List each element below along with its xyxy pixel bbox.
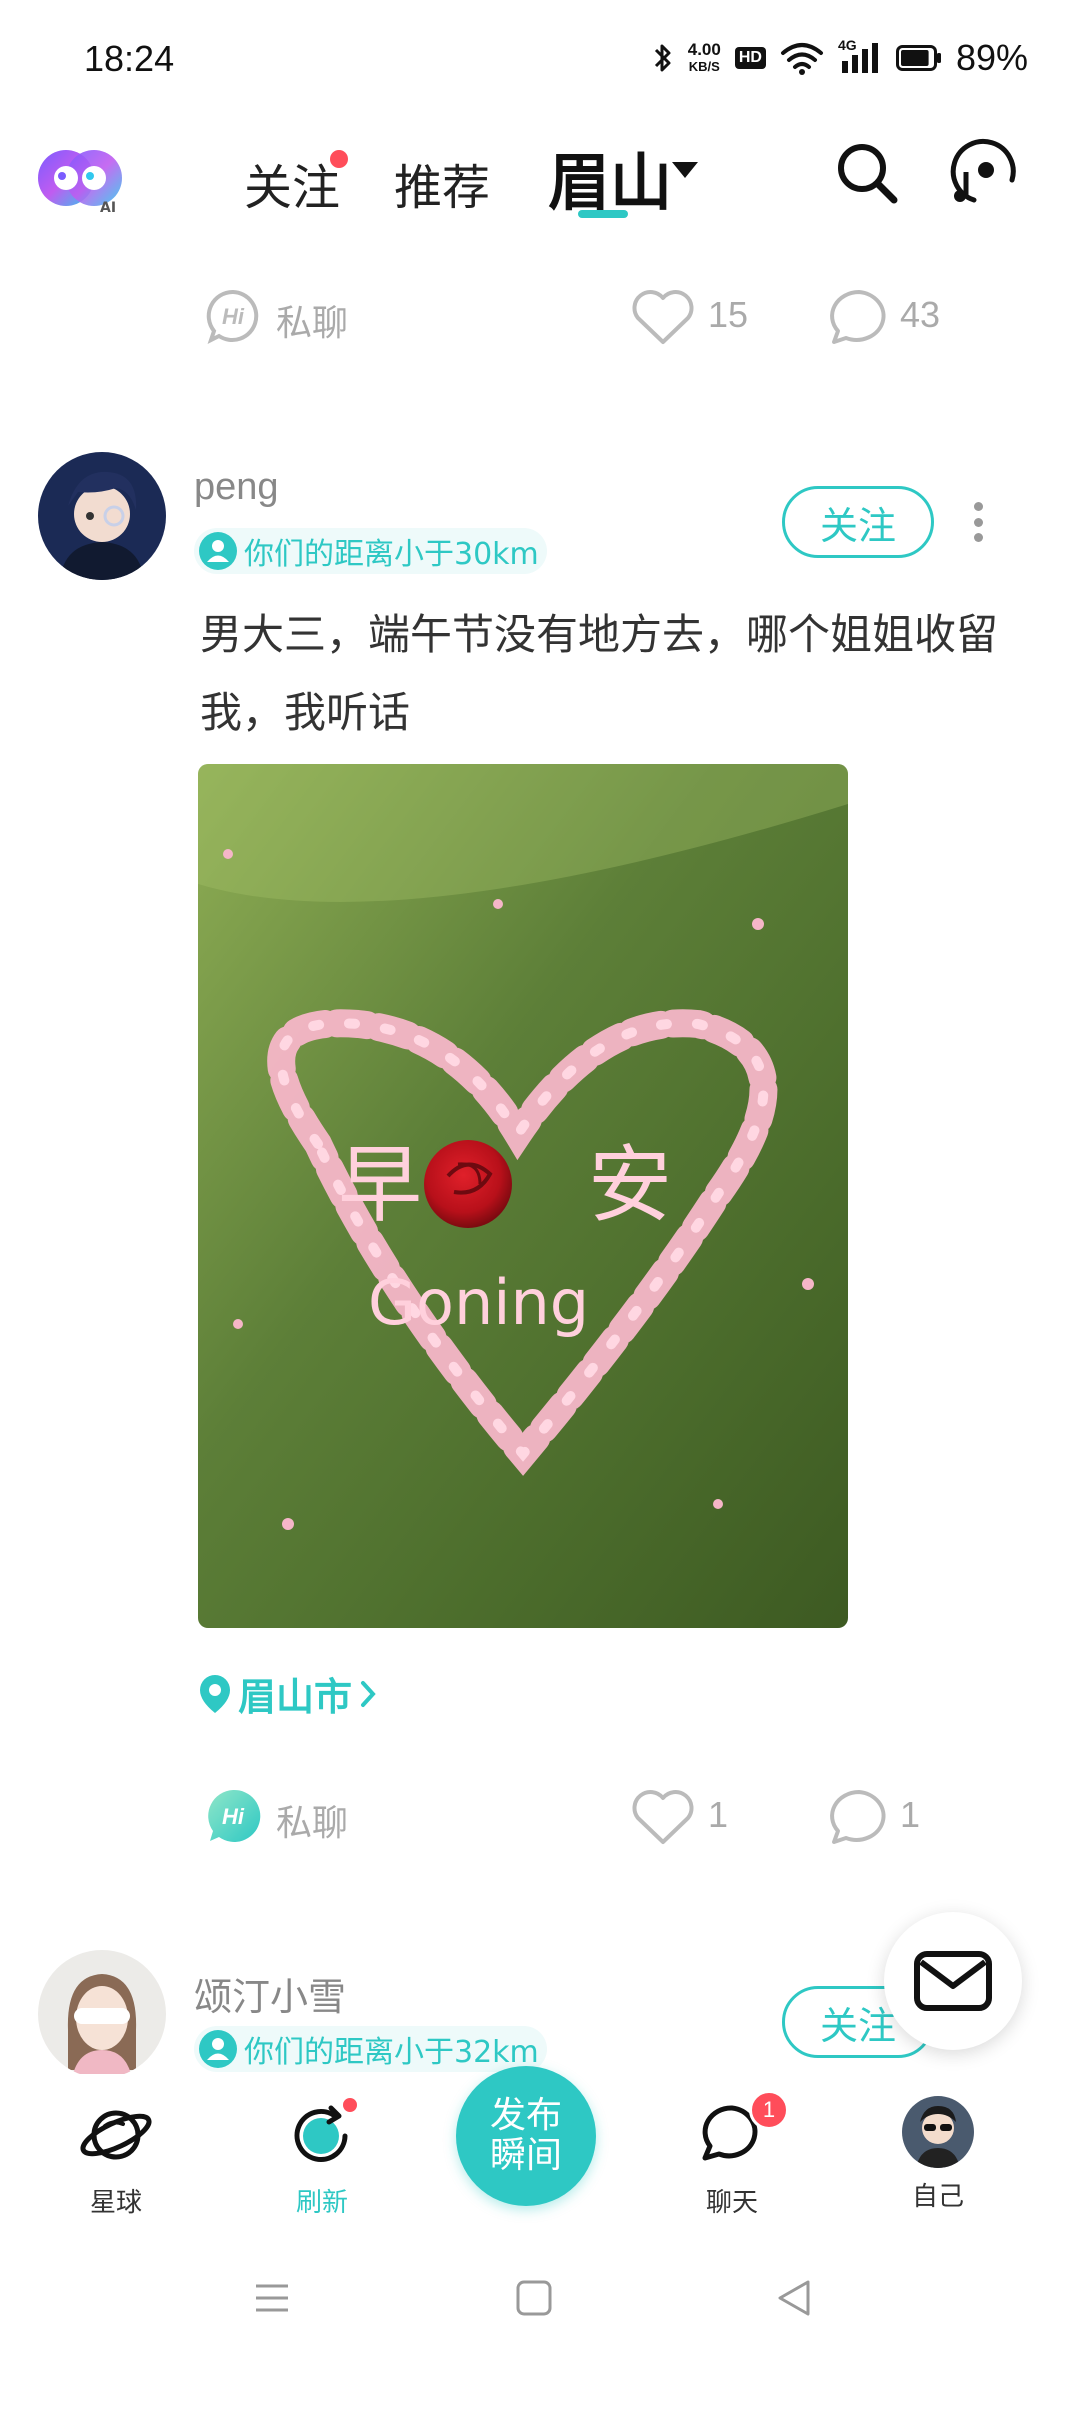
wifi-icon — [780, 43, 823, 75]
logo-ai-label: AI — [100, 200, 117, 216]
caret-down-icon[interactable] — [672, 162, 698, 178]
battery-icon — [895, 45, 941, 71]
nav-label-chat: 聊天 — [705, 2188, 758, 2218]
location-pin-icon — [200, 1674, 230, 1713]
person-icon — [199, 2030, 237, 2068]
system-nav-bar — [0, 2234, 1080, 2412]
tab-city[interactable]: 眉山 — [548, 132, 672, 222]
hi-chat-icon[interactable]: Hi — [203, 1786, 263, 1846]
back-icon[interactable] — [774, 2276, 814, 2320]
tab-follow[interactable]: 关注 — [244, 148, 340, 218]
status-icons: 4.00 KB/S HD 4G 89% — [652, 34, 1028, 82]
person-icon — [199, 532, 237, 570]
comment-count: 1 — [900, 1794, 921, 1835]
location-label[interactable]: 眉山市 — [238, 1666, 352, 1721]
music-note-icon[interactable] — [944, 136, 1020, 212]
mail-icon — [914, 1951, 992, 2011]
private-chat-label[interactable]: 私聊 — [276, 294, 348, 346]
unread-badge: 1 — [749, 2090, 789, 2130]
next-user-avatar[interactable] — [38, 1950, 166, 2078]
follow-button[interactable]: 关注 — [782, 486, 934, 558]
distance-badge: 你们的距离小于30km — [194, 528, 547, 574]
cellular-signal-icon: 4G — [838, 37, 882, 75]
image-text-right: 安 — [588, 1136, 672, 1234]
refresh-icon — [283, 2096, 361, 2174]
like-count: 15 — [708, 294, 749, 335]
status-time: 18:24 — [84, 38, 175, 79]
chat-bubble-icon: 1 — [693, 2090, 789, 2174]
comment-icon[interactable] — [828, 288, 890, 346]
hd-badge: HD — [734, 47, 766, 69]
publish-moment-button[interactable]: 发布 瞬间 — [456, 2066, 596, 2206]
distance-text: 你们的距离小于30km — [244, 537, 539, 572]
private-chat-label[interactable]: 私聊 — [276, 1794, 348, 1846]
next-post-username[interactable]: 颂汀小雪 — [194, 1966, 346, 2021]
bluetooth-icon — [654, 44, 671, 72]
more-options-icon[interactable] — [972, 502, 984, 542]
publish-label-line2: 瞬间 — [489, 2135, 562, 2176]
menu-icon[interactable] — [252, 2278, 292, 2318]
svg-text:Hi: Hi — [222, 304, 245, 329]
tab-recommend[interactable]: 推荐 — [394, 148, 490, 218]
network-speed: 4.00 KB/S — [687, 40, 721, 74]
next-distance-badge: 你们的距离小于32km — [194, 2026, 547, 2072]
comment-icon[interactable] — [828, 1788, 890, 1846]
nav-item-refresh[interactable]: 刷新 — [252, 2096, 392, 2219]
user-avatar[interactable] — [38, 452, 166, 580]
comment-count: 43 — [900, 294, 941, 335]
image-text-left: 早 — [338, 1136, 422, 1234]
battery-percent: 89% — [955, 37, 1028, 78]
image-text-word: Goning — [368, 1266, 589, 1339]
nav-item-chat[interactable]: 1 聊天 — [662, 2090, 802, 2219]
nav-label-refresh: 刷新 — [295, 2188, 348, 2218]
chevron-right-icon — [361, 1680, 376, 1707]
post-image[interactable]: 早 安 Goning — [198, 764, 848, 1628]
post-username[interactable]: peng — [194, 466, 279, 509]
heart-icon[interactable] — [630, 288, 696, 346]
nav-label-planet: 星球 — [89, 2188, 142, 2218]
prev-post-action-row: Hi 私聊 15 43 — [0, 276, 1080, 356]
svg-text:Hi: Hi — [222, 1804, 245, 1829]
post-action-row: Hi 私聊 1 1 — [0, 1776, 1080, 1856]
mail-button[interactable] — [884, 1912, 1022, 2050]
nav-item-planet[interactable]: 星球 — [46, 2096, 186, 2219]
notification-dot — [341, 2096, 359, 2114]
nav-item-self[interactable]: 自己 — [868, 2096, 1008, 2213]
active-tab-indicator — [578, 210, 628, 218]
nav-label-self: 自己 — [911, 2182, 964, 2212]
search-icon[interactable] — [832, 138, 902, 208]
status-bar: 18:24 4.00 KB/S HD 4G 89% — [0, 0, 1080, 120]
post-location[interactable]: 眉山市 — [198, 1666, 378, 1721]
notification-dot — [330, 150, 348, 168]
app-header: AI 关注 推荐 眉山 — [0, 120, 1080, 250]
planet-icon — [77, 2096, 155, 2174]
publish-label-line1: 发布 — [489, 2095, 562, 2136]
post-text: 男大三，端午节没有地方去，哪个姐姐收留我，我听话 — [200, 610, 999, 737]
avatar — [902, 2096, 974, 2168]
like-count: 1 — [708, 1794, 729, 1835]
heart-icon[interactable] — [630, 1788, 696, 1846]
next-distance-text: 你们的距离小于32km — [244, 2035, 539, 2070]
home-icon[interactable] — [514, 2278, 554, 2318]
hi-chat-icon[interactable]: Hi — [203, 286, 263, 346]
